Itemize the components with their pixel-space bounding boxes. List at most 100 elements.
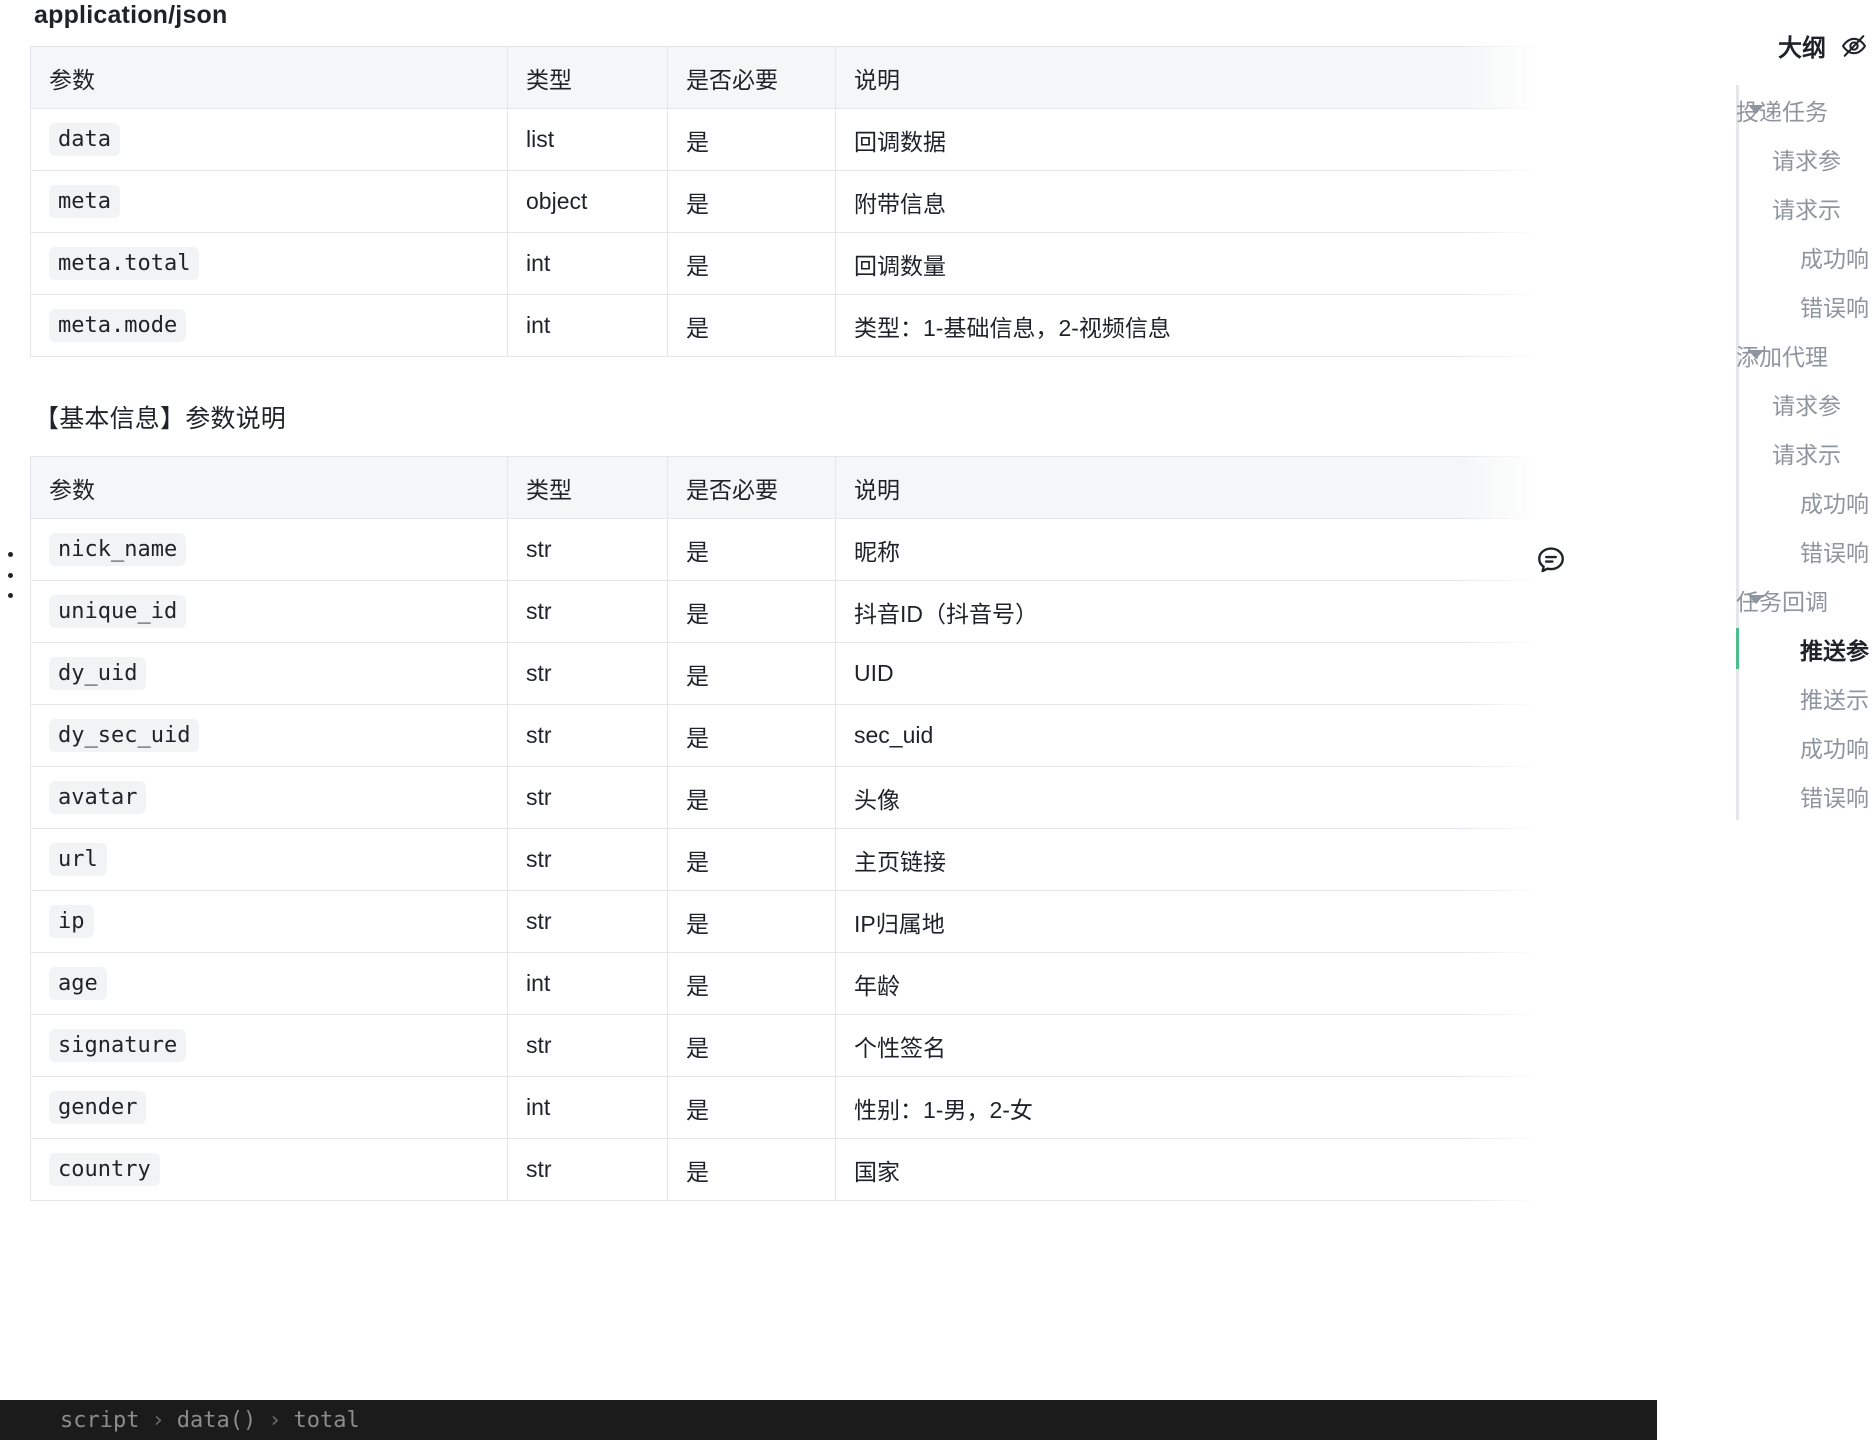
outline-item-4[interactable]: 错误响 bbox=[1655, 281, 1874, 330]
eye-off-icon[interactable] bbox=[1840, 32, 1868, 60]
cell-param: country bbox=[30, 1138, 508, 1201]
cell-desc: 类型：1-基础信息，2-视频信息 bbox=[835, 294, 1731, 357]
param-code: unique_id bbox=[49, 594, 187, 629]
param-code: meta bbox=[49, 184, 120, 219]
callback-params-table-wrapper: 参数 类型 是否必要 说明 data list 是回调数据 meta object 是附带… bbox=[30, 46, 1731, 357]
cell-param: data bbox=[30, 108, 508, 171]
outline-item-label: 推送参 bbox=[1800, 637, 1869, 664]
outline-item-8[interactable]: 成功响 bbox=[1655, 477, 1874, 526]
cell-type: int bbox=[507, 1076, 668, 1139]
cell-type: str bbox=[507, 518, 668, 581]
outline-active-indicator bbox=[1736, 628, 1739, 669]
table-row: dy_sec_uid str 是 sec_uid bbox=[30, 704, 1731, 767]
cell-desc: 年龄 bbox=[835, 952, 1731, 1015]
table-header-row: 参数 类型 是否必要 说明 bbox=[30, 456, 1731, 519]
param-code: country bbox=[49, 1152, 160, 1187]
cell-param: avatar bbox=[30, 766, 508, 829]
outline-item-2[interactable]: 请求示 bbox=[1655, 183, 1874, 232]
outline-item-5[interactable]: 添加代理 bbox=[1655, 330, 1874, 379]
outline-item-label: 推送示 bbox=[1800, 686, 1869, 713]
table-row: nick_name str 是昵称 bbox=[30, 518, 1731, 581]
callback-params-table: 参数 类型 是否必要 说明 data list 是回调数据 meta object 是附带… bbox=[30, 46, 1731, 357]
table-row: unique_id str 是抖音ID（抖音号） bbox=[30, 580, 1731, 643]
outline-item-0[interactable]: 投递任务 bbox=[1655, 85, 1874, 134]
status-bar-breadcrumb: script › data() › total bbox=[0, 1400, 1657, 1440]
param-code: age bbox=[49, 966, 107, 1001]
outline-item-7[interactable]: 请求示 bbox=[1655, 428, 1874, 477]
cell-required: 是 bbox=[667, 1014, 836, 1077]
chevron-down-icon[interactable] bbox=[1748, 350, 1764, 359]
cell-required: 是 bbox=[667, 890, 836, 953]
chevron-down-icon[interactable] bbox=[1748, 595, 1764, 604]
cell-required: 是 bbox=[667, 232, 836, 295]
cell-param: dy_uid bbox=[30, 642, 508, 705]
outline-item-label: 成功响 bbox=[1800, 245, 1869, 272]
cell-param: meta.total bbox=[30, 232, 508, 295]
outline-item-9[interactable]: 错误响 bbox=[1655, 526, 1874, 575]
outline-item-label: 成功响 bbox=[1800, 735, 1869, 762]
breadcrumb-item[interactable]: data() bbox=[177, 1408, 256, 1433]
table-row: age int 是年龄 bbox=[30, 952, 1731, 1015]
cell-desc: 性别：1-男，2-女 bbox=[835, 1076, 1731, 1139]
cell-type: str bbox=[507, 642, 668, 705]
cell-param: signature bbox=[30, 1014, 508, 1077]
cell-type: int bbox=[507, 232, 668, 295]
cell-type: list bbox=[507, 108, 668, 171]
table-row: ip str 是 IP归属地 bbox=[30, 890, 1731, 953]
outline-item-10[interactable]: 任务回调 bbox=[1655, 575, 1874, 624]
outline-item-14[interactable]: 错误响 bbox=[1655, 771, 1874, 820]
page-root: application/json 参数 类型 是否必要 说明 data list 是… bbox=[0, 0, 1874, 1440]
content-type-heading: application/json bbox=[34, 1, 228, 29]
cell-desc: 主页链接 bbox=[835, 828, 1731, 891]
comment-bubble-icon[interactable] bbox=[1530, 540, 1572, 582]
cell-desc: 抖音ID（抖音号） bbox=[835, 580, 1731, 643]
param-code: meta.total bbox=[49, 246, 200, 281]
cell-required: 是 bbox=[667, 828, 836, 891]
table-row: meta object 是附带信息 bbox=[30, 170, 1731, 233]
outline-item-3[interactable]: 成功响 bbox=[1655, 232, 1874, 281]
param-code: gender bbox=[49, 1090, 147, 1125]
param-code: ip bbox=[49, 904, 94, 939]
outline-item-label: 错误响 bbox=[1800, 784, 1869, 811]
cell-type: str bbox=[507, 704, 668, 767]
callback-table-body: data list 是回调数据 meta object 是附带信息 meta.total in… bbox=[30, 108, 1731, 357]
cell-type: str bbox=[507, 828, 668, 891]
table-row: gender int 是性别：1-男，2-女 bbox=[30, 1076, 1731, 1139]
cell-type: str bbox=[507, 1014, 668, 1077]
param-code: avatar bbox=[49, 780, 147, 815]
cell-required: 是 bbox=[667, 1076, 836, 1139]
outline-list: 投递任务 请求参 请求示 成功响 错误响 添加代理 请求参 请求示 成功响 错误响 任务回调 推送参推… bbox=[1655, 85, 1874, 820]
param-code: nick_name bbox=[49, 532, 187, 567]
outline-item-label: 错误响 bbox=[1800, 294, 1869, 321]
outline-item-11[interactable]: 推送参 bbox=[1655, 624, 1874, 673]
cell-required: 是 bbox=[667, 294, 836, 357]
outline-item-1[interactable]: 请求参 bbox=[1655, 134, 1874, 183]
outline-item-6[interactable]: 请求参 bbox=[1655, 379, 1874, 428]
cell-type: str bbox=[507, 766, 668, 829]
table-row: signature str 是个性签名 bbox=[30, 1014, 1731, 1077]
table-row: country str 是国家 bbox=[30, 1138, 1731, 1201]
breadcrumb-item[interactable]: total bbox=[293, 1408, 359, 1433]
breadcrumb-item[interactable]: script bbox=[60, 1408, 139, 1433]
cell-param: dy_sec_uid bbox=[30, 704, 508, 767]
cell-desc: 个性签名 bbox=[835, 1014, 1731, 1077]
outline-item-label: 请求示 bbox=[1772, 441, 1841, 468]
outline-item-12[interactable]: 推送示 bbox=[1655, 673, 1874, 722]
cell-type: object bbox=[507, 170, 668, 233]
cell-type: str bbox=[507, 580, 668, 643]
chevron-down-icon[interactable] bbox=[1748, 105, 1764, 114]
outline-item-13[interactable]: 成功响 bbox=[1655, 722, 1874, 771]
cell-desc: 附带信息 bbox=[835, 170, 1731, 233]
column-header-desc: 说明 bbox=[835, 46, 1731, 109]
column-header-type: 类型 bbox=[507, 456, 668, 519]
cell-desc: 回调数据 bbox=[835, 108, 1731, 171]
cell-desc: 回调数量 bbox=[835, 232, 1731, 295]
cell-param: age bbox=[30, 952, 508, 1015]
cell-desc: IP归属地 bbox=[835, 890, 1731, 953]
param-code: url bbox=[49, 842, 107, 877]
outline-panel: 大纲 投递任务 请求参 请求示 成功响 错误响 添加代理 请求参 请求示 成功响 错误响 任务回调推… bbox=[1655, 0, 1874, 1440]
table-row: url str 是主页链接 bbox=[30, 828, 1731, 891]
param-code: signature bbox=[49, 1028, 187, 1063]
table-row: meta.mode int 是类型：1-基础信息，2-视频信息 bbox=[30, 294, 1731, 357]
table-row: data list 是回调数据 bbox=[30, 108, 1731, 171]
